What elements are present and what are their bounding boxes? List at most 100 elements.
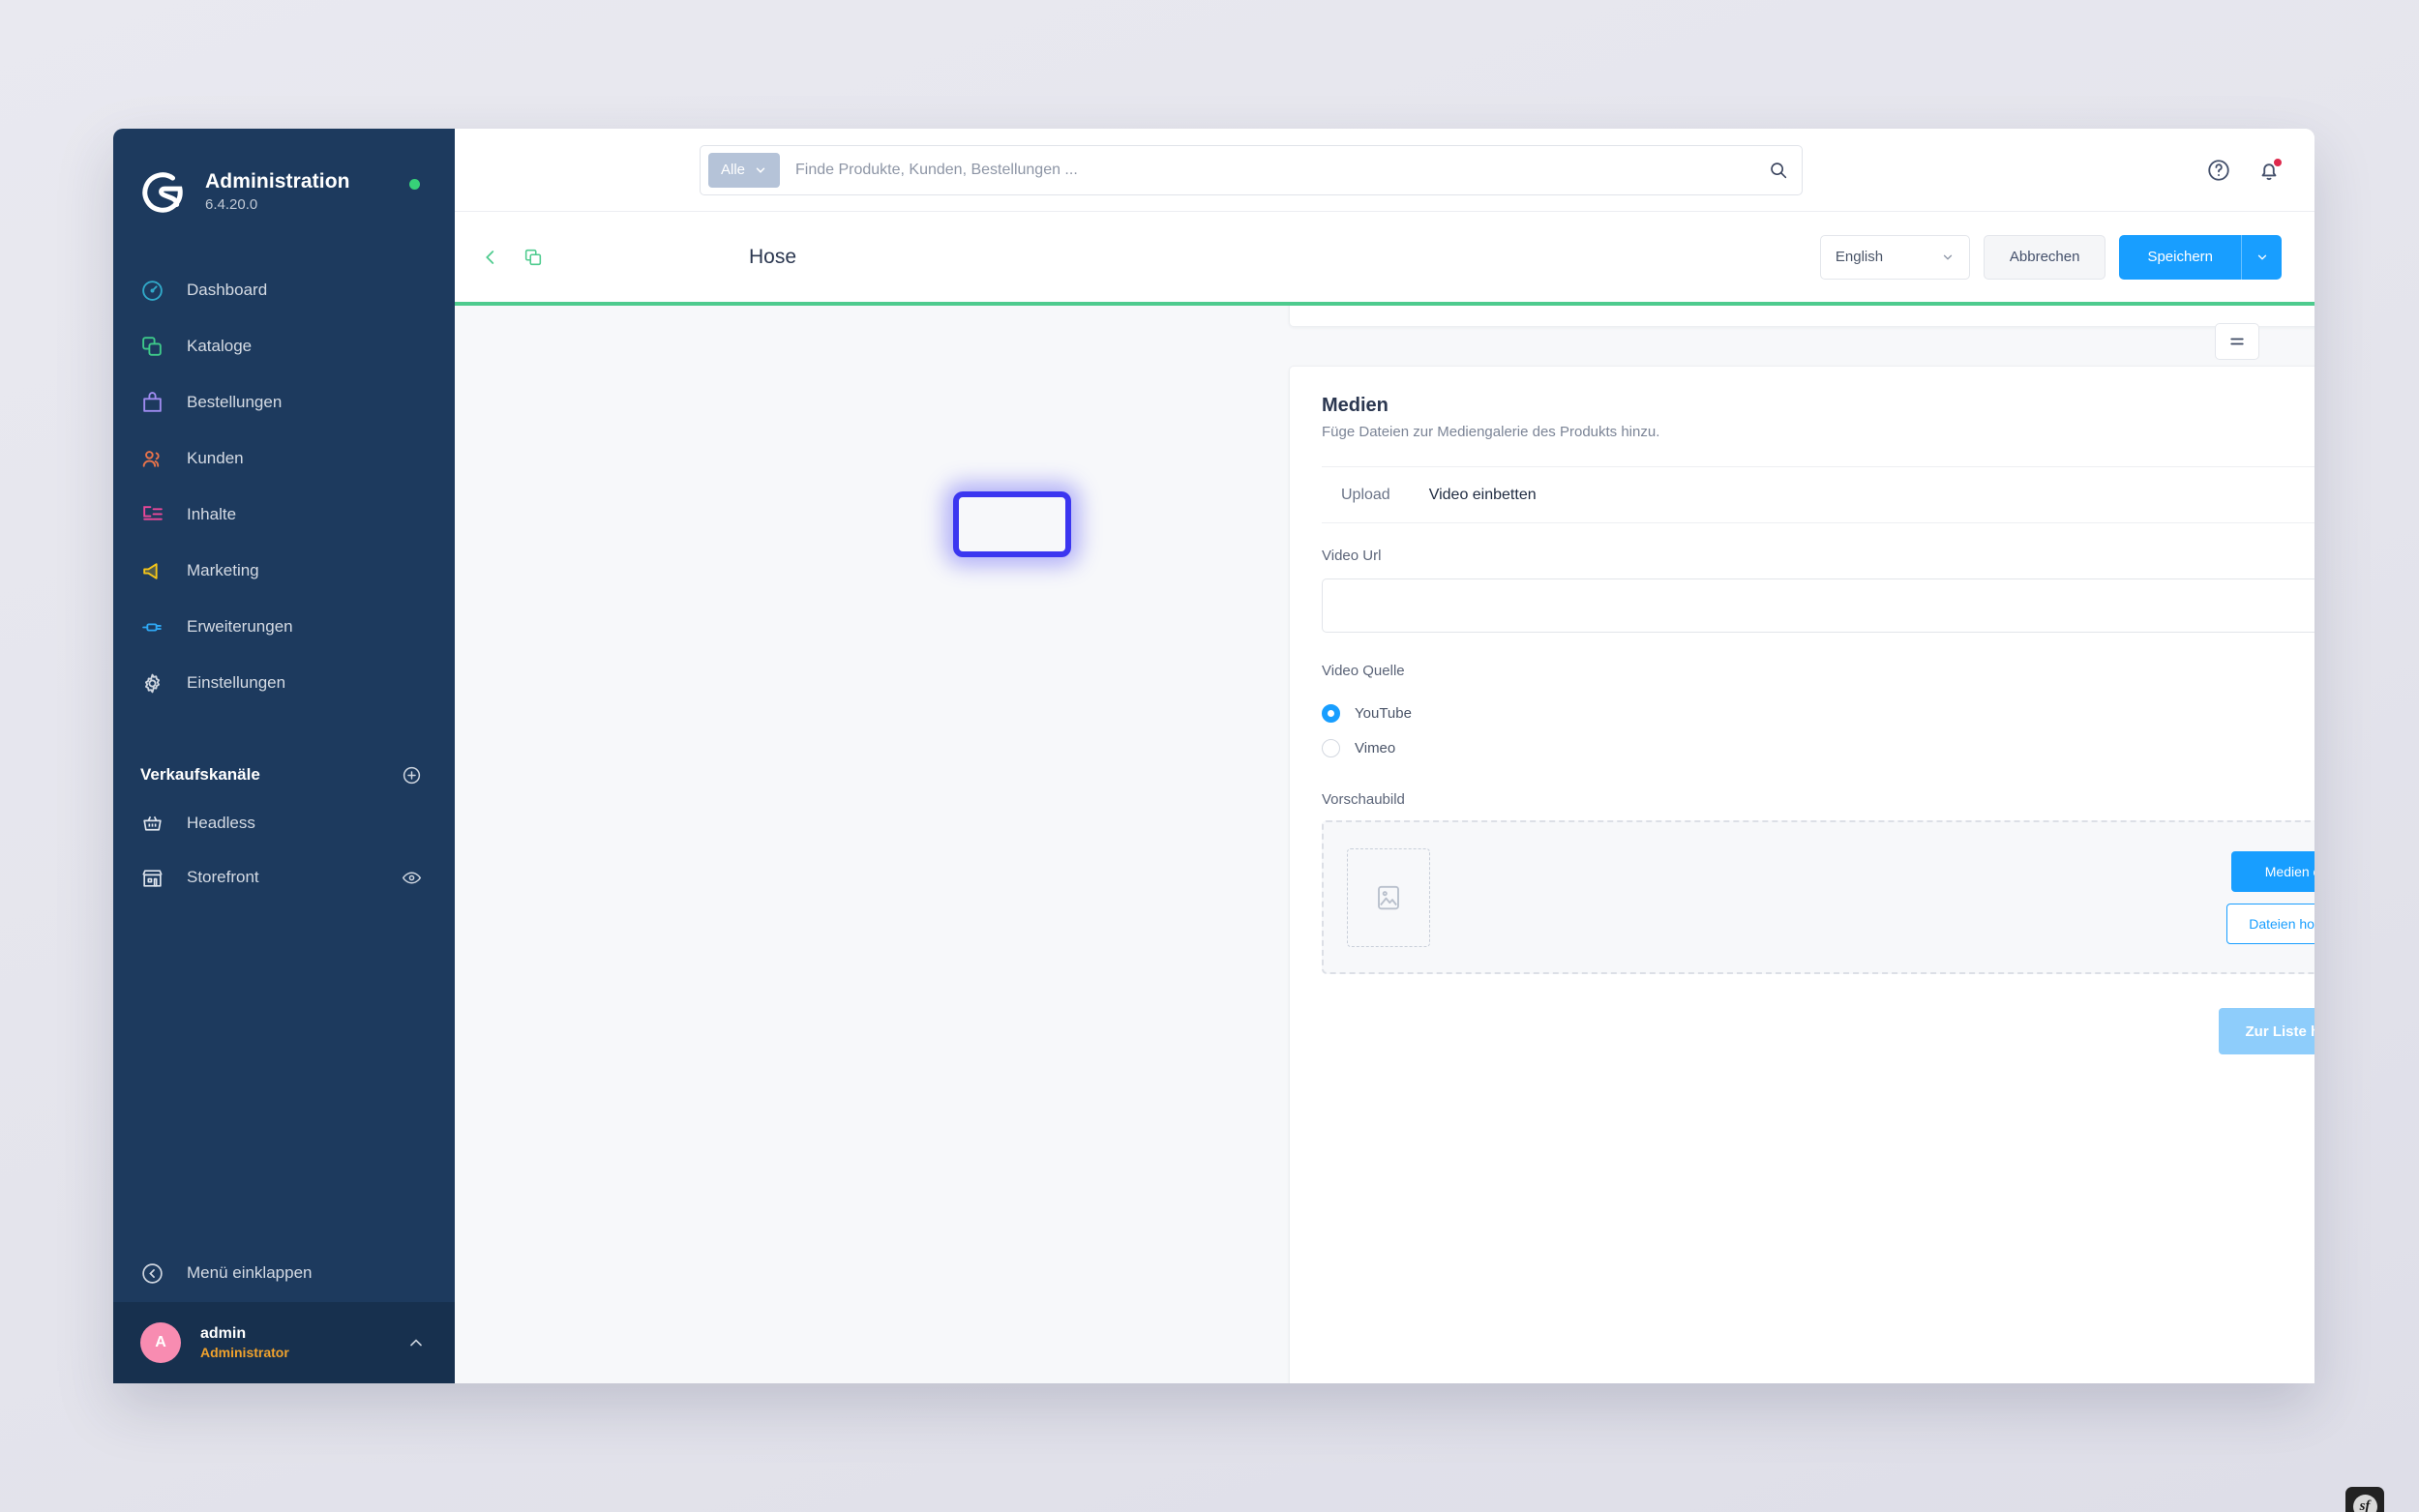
sidebar-item-storefront[interactable]: Storefront — [113, 850, 455, 904]
tab-video-einbetten[interactable]: Video einbetten — [1410, 467, 1556, 522]
sidebar-item-label: Kunden — [187, 449, 244, 467]
user-menu[interactable]: A admin Administrator — [113, 1302, 455, 1383]
main-navigation: Dashboard Kataloge Bestellungen Kunden I… — [113, 262, 455, 711]
list-view-toggle-button[interactable] — [2215, 323, 2259, 360]
sidebar-item-label: Headless — [187, 814, 255, 832]
sidebar-item-dashboard[interactable]: Dashboard — [113, 262, 455, 318]
search-scope-label: Alle — [721, 162, 746, 178]
page-toolbar: Hose English Abbrechen Speichern — [455, 212, 2314, 302]
sidebar-item-label: Bestellungen — [187, 393, 283, 411]
gear-icon — [140, 671, 185, 696]
search-icon[interactable] — [1768, 160, 1794, 180]
avatar: A — [140, 1322, 181, 1363]
eye-icon[interactable] — [402, 868, 422, 888]
list-icon — [2227, 332, 2247, 351]
question-circle-icon[interactable] — [2206, 158, 2231, 183]
bag-icon — [140, 391, 185, 415]
sales-channels-header: Verkaufskanäle — [113, 754, 455, 796]
layers-icon — [140, 335, 185, 359]
open-media-button[interactable]: Medien öffnen — [2231, 850, 2314, 892]
upload-files-button[interactable]: Dateien hochladen — [2226, 903, 2314, 944]
global-search-bar[interactable]: Alle — [700, 144, 1803, 195]
sidebar-item-label: Erweiterungen — [187, 617, 293, 636]
symfony-profiler-badge[interactable]: sf — [2345, 1487, 2384, 1512]
brand-title: Administration — [205, 169, 350, 193]
chevron-down-icon — [754, 163, 767, 177]
users-icon — [140, 447, 185, 471]
sales-channels-heading: Verkaufskanäle — [140, 765, 260, 784]
dropzone-buttons: Medien öffnen Dateien hochladen — [2226, 850, 2314, 944]
save-button-group: Speichern — [2119, 234, 2282, 280]
plus-circle-icon[interactable] — [402, 765, 422, 786]
status-dot — [409, 179, 420, 190]
video-source-label: Video Quelle — [1322, 663, 1405, 679]
plug-icon — [140, 615, 185, 639]
media-card-subtitle: Füge Dateien zur Mediengalerie des Produ… — [1322, 424, 1660, 440]
content-scroll-area[interactable]: Medien Füge Dateien zur Mediengalerie de… — [455, 306, 2314, 1383]
brand-version: 6.4.20.0 — [205, 196, 258, 214]
video-embed-form: Video Url ? Video Quelle YouTube — [1290, 523, 2314, 1054]
main-area: Alle Finde Produkte, Kunden, Bestellunge… — [455, 129, 2314, 1383]
cancel-button[interactable]: Abbrechen — [1983, 234, 2106, 280]
video-url-input[interactable] — [1322, 578, 2314, 633]
content-icon — [140, 503, 185, 527]
save-button[interactable]: Speichern — [2119, 234, 2241, 280]
video-source-radio-group: YouTube Vimeo — [1322, 696, 2314, 765]
collapse-menu-button[interactable]: Menü einklappen — [113, 1244, 455, 1302]
bell-icon[interactable] — [2256, 157, 2283, 183]
application-window: Administration 6.4.20.0 Dashboard Katalo… — [113, 129, 2314, 1383]
radio-mark-vimeo — [1322, 738, 1340, 757]
sidebar-item-headless[interactable]: Headless — [113, 796, 455, 850]
media-card: Medien Füge Dateien zur Mediengalerie de… — [1289, 366, 2314, 1383]
search-scope-dropdown[interactable]: Alle — [708, 152, 781, 188]
search-input[interactable] — [795, 161, 1768, 179]
sidebar-item-erweiterungen[interactable]: Erweiterungen — [113, 599, 455, 655]
toolbar-actions: English Abbrechen Speichern — [1819, 234, 2282, 280]
sidebar-item-kataloge[interactable]: Kataloge — [113, 318, 455, 374]
symfony-logo-icon: sf — [2352, 1494, 2377, 1512]
sidebar-item-label: Marketing — [187, 561, 259, 579]
sidebar-item-label: Inhalte — [187, 505, 237, 523]
sidebar-item-label: Dashboard — [187, 281, 268, 299]
duplicate-icon[interactable] — [523, 247, 544, 268]
preview-image-label-row: Vorschaubild ••• — [1322, 791, 2314, 808]
preview-image-label: Vorschaubild — [1322, 791, 1405, 808]
media-tabs: Upload Video einbetten — [1290, 467, 2314, 522]
megaphone-icon — [140, 559, 185, 583]
language-select[interactable]: English — [1819, 234, 1970, 280]
preview-image-dropzone[interactable]: Medien öffnen Dateien hochladen — [1322, 820, 2314, 974]
sidebar-item-marketing[interactable]: Marketing — [113, 543, 455, 599]
radio-mark-youtube — [1322, 703, 1340, 723]
sidebar-item-bestellungen[interactable]: Bestellungen — [113, 374, 455, 430]
notification-badge — [2273, 157, 2283, 167]
collapse-menu-label: Menü einklappen — [187, 1263, 313, 1282]
sidebar-item-label: Einstellungen — [187, 673, 286, 692]
card-above-partial — [1289, 306, 2314, 327]
media-card-header: Medien Füge Dateien zur Mediengalerie de… — [1290, 367, 2314, 467]
speedometer-icon — [140, 279, 185, 303]
brand-header: Administration 6.4.20.0 — [113, 129, 455, 222]
language-select-value: English — [1835, 249, 1884, 265]
save-options-chevron-down-icon[interactable] — [2241, 234, 2282, 280]
basket-icon — [140, 812, 185, 836]
chevron-left-icon[interactable] — [480, 247, 501, 268]
radio-label: Vimeo — [1355, 739, 1396, 756]
chevron-up-icon[interactable] — [406, 1333, 426, 1352]
add-to-list-row: Zur Liste hinzufügen — [1322, 1008, 2314, 1054]
sidebar: Administration 6.4.20.0 Dashboard Katalo… — [113, 129, 455, 1383]
radio-vimeo[interactable]: Vimeo — [1322, 730, 2314, 765]
sidebar-item-inhalte[interactable]: Inhalte — [113, 487, 455, 543]
image-placeholder-icon — [1347, 847, 1430, 947]
sidebar-item-kunden[interactable]: Kunden — [113, 430, 455, 487]
sidebar-item-label: Storefront — [187, 868, 259, 886]
add-to-list-button[interactable]: Zur Liste hinzufügen — [2218, 1008, 2314, 1054]
screen: Administration 6.4.20.0 Dashboard Katalo… — [0, 0, 2419, 1512]
video-url-label: Video Url — [1322, 547, 1382, 564]
storefront-icon — [140, 866, 185, 890]
sidebar-item-einstellungen[interactable]: Einstellungen — [113, 655, 455, 711]
tab-upload[interactable]: Upload — [1322, 467, 1410, 522]
shopware-logo-icon — [140, 169, 185, 214]
radio-youtube[interactable]: YouTube — [1322, 696, 2314, 730]
search-header: Alle — [455, 129, 2314, 212]
video-url-label-row: Video Url ? — [1322, 545, 2314, 566]
